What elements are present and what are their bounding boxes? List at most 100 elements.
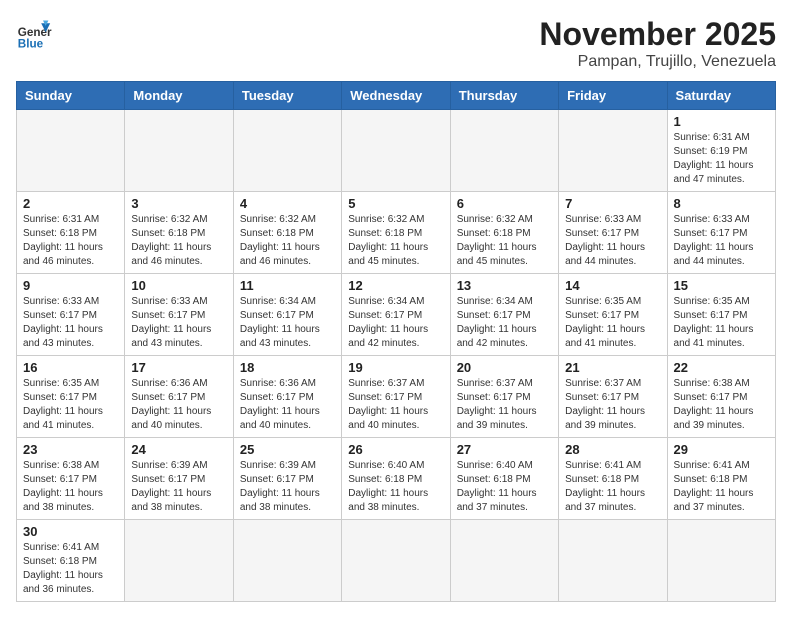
calendar-cell: 28Sunrise: 6:41 AM Sunset: 6:18 PM Dayli… <box>559 438 667 520</box>
calendar-cell <box>450 110 558 192</box>
day-info: Sunrise: 6:31 AM Sunset: 6:18 PM Dayligh… <box>23 213 118 269</box>
day-number: 10 <box>131 278 226 293</box>
calendar-cell: 25 Sunrise: 6:39 AM Sunset: 6:17 PM Dayli… <box>233 438 341 520</box>
day-number: 20 <box>457 360 552 375</box>
day-number: 11 <box>240 278 335 293</box>
calendar-cell: 17Sunrise: 6:36 AM Sunset: 6:17 PM Dayli… <box>125 356 233 438</box>
svg-text:Blue: Blue <box>18 38 44 51</box>
page-container: General Blue November 2025 Pampan, Truji… <box>16 16 776 602</box>
day-number: 29 <box>674 442 769 457</box>
calendar-cell: 6 Sunrise: 6:32 AM Sunset: 6:18 PM Daylig… <box>450 192 558 274</box>
day-number: 28 <box>565 442 660 457</box>
calendar-cell: 19Sunrise: 6:37 AM Sunset: 6:17 PM Dayli… <box>342 356 450 438</box>
calendar-week-2: 9 Sunrise: 6:33 AM Sunset: 6:17 PM Daylig… <box>17 274 776 356</box>
calendar-cell <box>233 110 341 192</box>
calendar-cell <box>342 110 450 192</box>
calendar-cell: 29Sunrise: 6:41 AM Sunset: 6:18 PM Dayli… <box>667 438 775 520</box>
day-number: 14 <box>565 278 660 293</box>
calendar-cell: 23Sunrise: 6:38 AM Sunset: 6:17 PM Dayli… <box>17 438 125 520</box>
day-info: Sunrise: 6:40 AM Sunset: 6:18 PM Dayligh… <box>348 459 443 515</box>
day-info: Sunrise: 6:35 AM Sunset: 6:17 PM Dayligh… <box>565 295 660 351</box>
day-number: 12 <box>348 278 443 293</box>
day-info: Sunrise: 6:35 AM Sunset: 6:17 PM Dayligh… <box>674 295 769 351</box>
calendar-cell <box>342 520 450 602</box>
day-info: Sunrise: 6:34 AM Sunset: 6:17 PM Dayligh… <box>348 295 443 351</box>
calendar-cell: 22Sunrise: 6:38 AM Sunset: 6:17 PM Dayli… <box>667 356 775 438</box>
calendar-cell <box>125 110 233 192</box>
calendar-table: SundayMondayTuesdayWednesdayThursdayFrid… <box>16 81 776 602</box>
weekday-header-saturday: Saturday <box>667 82 775 110</box>
day-number: 7 <box>565 196 660 211</box>
header: General Blue November 2025 Pampan, Truji… <box>16 16 776 71</box>
calendar-cell: 11 Sunrise: 6:34 AM Sunset: 6:17 PM Dayli… <box>233 274 341 356</box>
calendar-cell <box>559 520 667 602</box>
day-info: Sunrise: 6:32 AM Sunset: 6:18 PM Dayligh… <box>131 213 226 269</box>
day-number: 23 <box>23 442 118 457</box>
main-title: November 2025 <box>539 16 776 53</box>
day-info: Sunrise: 6:34 AM Sunset: 6:17 PM Dayligh… <box>240 295 335 351</box>
day-number: 24 <box>131 442 226 457</box>
day-info: Sunrise: 6:31 AM Sunset: 6:19 PM Dayligh… <box>674 131 769 187</box>
calendar-week-1: 2 Sunrise: 6:31 AM Sunset: 6:18 PM Daylig… <box>17 192 776 274</box>
day-number: 13 <box>457 278 552 293</box>
day-number: 15 <box>674 278 769 293</box>
calendar-cell: 2 Sunrise: 6:31 AM Sunset: 6:18 PM Daylig… <box>17 192 125 274</box>
calendar-cell: 7 Sunrise: 6:33 AM Sunset: 6:17 PM Daylig… <box>559 192 667 274</box>
day-number: 5 <box>348 196 443 211</box>
calendar-week-0: 1 Sunrise: 6:31 AM Sunset: 6:19 PM Daylig… <box>17 110 776 192</box>
calendar-cell <box>559 110 667 192</box>
day-number: 27 <box>457 442 552 457</box>
subtitle: Pampan, Trujillo, Venezuela <box>539 53 776 71</box>
calendar-cell: 4 Sunrise: 6:32 AM Sunset: 6:18 PM Daylig… <box>233 192 341 274</box>
day-info: Sunrise: 6:38 AM Sunset: 6:17 PM Dayligh… <box>674 377 769 433</box>
day-number: 1 <box>674 114 769 129</box>
weekday-header-tuesday: Tuesday <box>233 82 341 110</box>
day-info: Sunrise: 6:32 AM Sunset: 6:18 PM Dayligh… <box>457 213 552 269</box>
calendar-week-4: 23Sunrise: 6:38 AM Sunset: 6:17 PM Dayli… <box>17 438 776 520</box>
day-number: 16 <box>23 360 118 375</box>
calendar-cell <box>233 520 341 602</box>
calendar-cell: 24 Sunrise: 6:39 AM Sunset: 6:17 PM Dayli… <box>125 438 233 520</box>
title-section: November 2025 Pampan, Trujillo, Venezuel… <box>539 16 776 71</box>
calendar-cell: 12 Sunrise: 6:34 AM Sunset: 6:17 PM Dayli… <box>342 274 450 356</box>
day-info: Sunrise: 6:39 AM Sunset: 6:17 PM Dayligh… <box>240 459 335 515</box>
day-info: Sunrise: 6:33 AM Sunset: 6:17 PM Dayligh… <box>565 213 660 269</box>
calendar-cell <box>125 520 233 602</box>
calendar-cell: 30Sunrise: 6:41 AM Sunset: 6:18 PM Dayli… <box>17 520 125 602</box>
day-info: Sunrise: 6:32 AM Sunset: 6:18 PM Dayligh… <box>240 213 335 269</box>
calendar-cell: 5Sunrise: 6:32 AM Sunset: 6:18 PM Daylig… <box>342 192 450 274</box>
calendar-cell: 26 Sunrise: 6:40 AM Sunset: 6:18 PM Dayli… <box>342 438 450 520</box>
day-number: 25 <box>240 442 335 457</box>
day-info: Sunrise: 6:36 AM Sunset: 6:17 PM Dayligh… <box>240 377 335 433</box>
day-info: Sunrise: 6:37 AM Sunset: 6:17 PM Dayligh… <box>565 377 660 433</box>
calendar-cell: 18Sunrise: 6:36 AM Sunset: 6:17 PM Dayli… <box>233 356 341 438</box>
calendar-cell: 9Sunrise: 6:33 AM Sunset: 6:17 PM Daylig… <box>17 274 125 356</box>
calendar-cell <box>667 520 775 602</box>
calendar-cell: 21 Sunrise: 6:37 AM Sunset: 6:17 PM Dayli… <box>559 356 667 438</box>
day-number: 3 <box>131 196 226 211</box>
day-number: 9 <box>23 278 118 293</box>
weekday-header-row: SundayMondayTuesdayWednesdayThursdayFrid… <box>17 82 776 110</box>
day-number: 2 <box>23 196 118 211</box>
calendar-cell: 20Sunrise: 6:37 AM Sunset: 6:17 PM Dayli… <box>450 356 558 438</box>
day-number: 8 <box>674 196 769 211</box>
calendar-cell: 27Sunrise: 6:40 AM Sunset: 6:18 PM Dayli… <box>450 438 558 520</box>
day-info: Sunrise: 6:35 AM Sunset: 6:17 PM Dayligh… <box>23 377 118 433</box>
day-number: 21 <box>565 360 660 375</box>
day-number: 26 <box>348 442 443 457</box>
logo-icon: General Blue <box>16 16 52 52</box>
day-info: Sunrise: 6:39 AM Sunset: 6:17 PM Dayligh… <box>131 459 226 515</box>
weekday-header-monday: Monday <box>125 82 233 110</box>
calendar-cell: 10 Sunrise: 6:33 AM Sunset: 6:17 PM Dayli… <box>125 274 233 356</box>
calendar-cell: 14 Sunrise: 6:35 AM Sunset: 6:17 PM Dayli… <box>559 274 667 356</box>
day-info: Sunrise: 6:36 AM Sunset: 6:17 PM Dayligh… <box>131 377 226 433</box>
day-info: Sunrise: 6:33 AM Sunset: 6:17 PM Dayligh… <box>131 295 226 351</box>
calendar-cell: 8Sunrise: 6:33 AM Sunset: 6:17 PM Daylig… <box>667 192 775 274</box>
calendar-cell: 15 Sunrise: 6:35 AM Sunset: 6:17 PM Dayli… <box>667 274 775 356</box>
calendar-cell: 1 Sunrise: 6:31 AM Sunset: 6:19 PM Daylig… <box>667 110 775 192</box>
calendar-cell <box>450 520 558 602</box>
day-number: 6 <box>457 196 552 211</box>
day-number: 4 <box>240 196 335 211</box>
logo: General Blue <box>16 16 52 52</box>
calendar-cell: 13Sunrise: 6:34 AM Sunset: 6:17 PM Dayli… <box>450 274 558 356</box>
